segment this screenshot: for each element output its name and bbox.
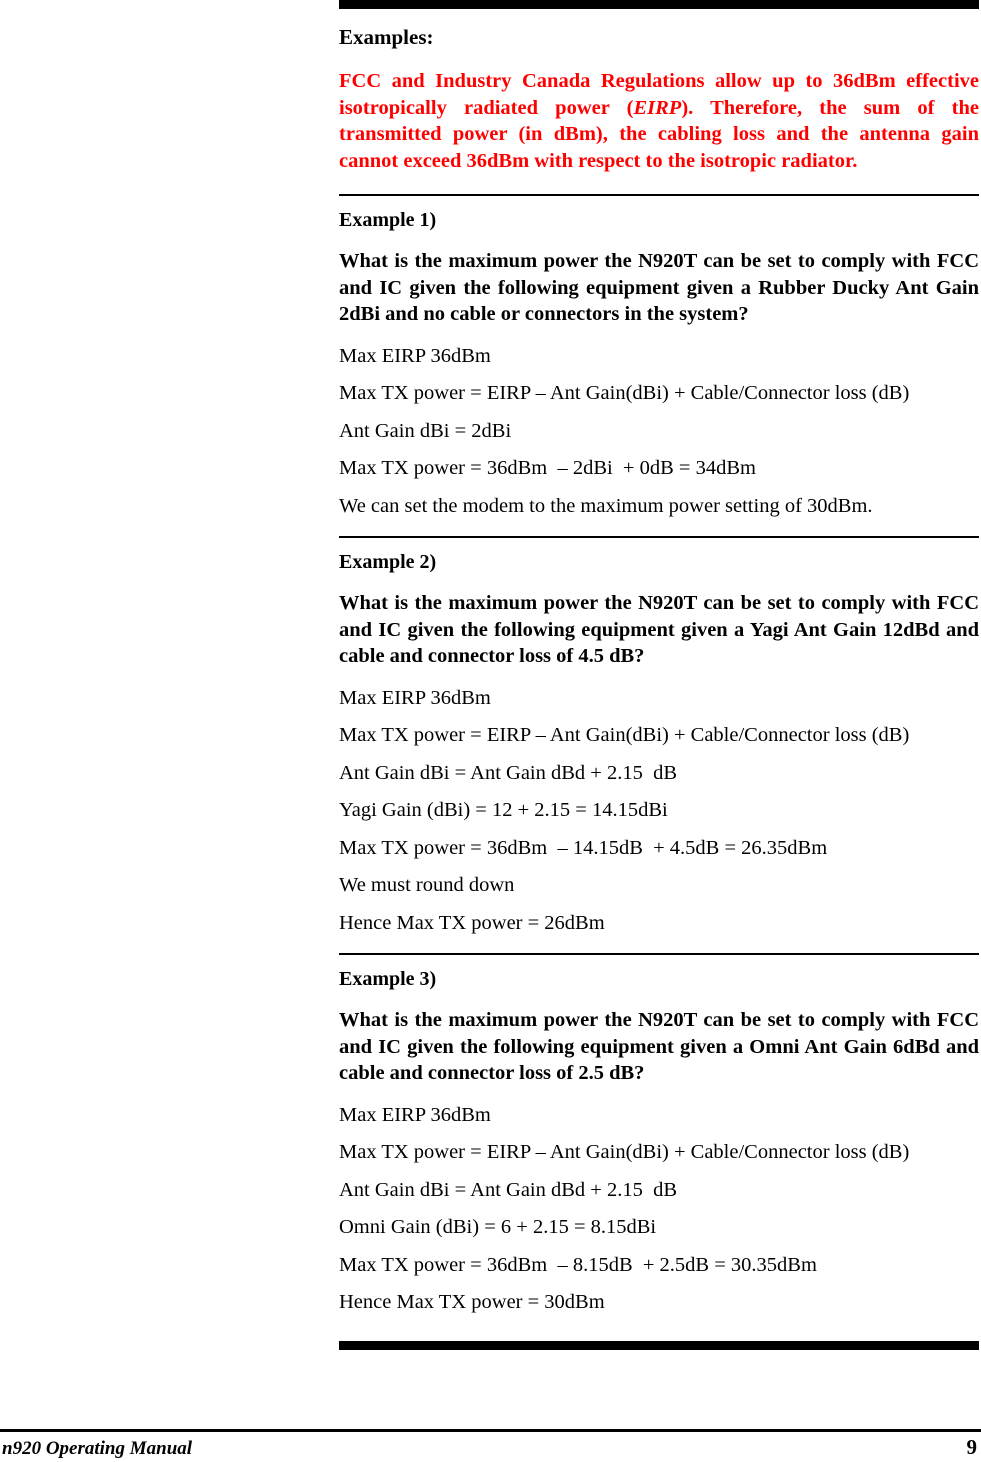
calculation-line: Ant Gain dBi = Ant Gain dBd + 2.15 dB [339,761,678,784]
calculation-line: Max TX power = 36dBm – 2dBi + 0dB = 34dB… [339,457,756,479]
example-block: Example 3) What is the maximum power the… [339,953,979,1313]
calculation-line: Max TX power = EIRP – Ant Gain(dBi) + Ca… [339,382,910,404]
calculation-line: Max EIRP 36dBm [339,1103,491,1126]
example-calculation-lines: Max EIRP 36dBm Max TX power = EIRP – Ant… [339,344,979,517]
calculation-line: Max TX power = 36dBm – 8.15dB + 2.5dB = … [339,1253,817,1276]
example-question: What is the maximum power the N920T can … [339,250,979,325]
calculation-line: We must round down [339,874,515,896]
example-title: Example 1) [339,209,437,231]
example-question: What is the maximum power the N920T can … [339,1009,979,1084]
examples-heading: Examples: [339,25,434,49]
calculation-line: Hence Max TX power = 26dBm [339,911,605,934]
calculation-line: Max EIRP 36dBm [339,686,491,709]
calculation-line: Max EIRP 36dBm [339,344,491,367]
example-divider-rule [339,536,979,538]
document-page: Examples: FCC and Industry Canada Regula… [0,0,981,1462]
example-block: Example 2) What is the maximum power the… [339,536,979,933]
example-divider-rule [339,953,979,955]
example-calculation-lines: Max EIRP 36dBm Max TX power = EIRP – Ant… [339,686,979,934]
calculation-line: We can set the modem to the maximum powe… [339,494,873,517]
calculation-line: Max TX power = EIRP – Ant Gain(dBi) + Ca… [339,724,910,746]
footer-row: n920 Operating Manual 9 [0,1435,981,1459]
calculation-line: Max TX power = 36dBm – 14.15dB + 4.5dB =… [339,836,828,859]
bottom-spacer [339,1313,979,1341]
example-question: What is the maximum power the N920T can … [339,592,979,667]
calculation-line: Ant Gain dBi = 2dBi [339,419,512,442]
content-column: Examples: FCC and Industry Canada Regula… [339,0,979,1350]
footer-rule [0,1429,981,1432]
calculation-line: Ant Gain dBi = Ant Gain dBd + 2.15 dB [339,1178,678,1201]
example-divider-rule [339,194,979,196]
calculation-line: Hence Max TX power = 30dBm [339,1291,605,1313]
example-block: Example 1) What is the maximum power the… [339,194,979,516]
fcc-warning-paragraph: FCC and Industry Canada Regulations allo… [339,68,979,174]
calculation-line: Max TX power = EIRP – Ant Gain(dBi) + Ca… [339,1141,910,1163]
example-title: Example 3) [339,968,437,990]
bottom-thick-rule [339,1340,979,1350]
example-calculation-lines: Max EIRP 36dBm Max TX power = EIRP – Ant… [339,1103,979,1313]
footer-manual-title: n920 Operating Manual [2,1438,193,1459]
footer-page-number: 9 [966,1435,978,1459]
calculation-line: Omni Gain (dBi) = 6 + 2.15 = 8.15dBi [339,1216,657,1238]
top-thick-rule [339,0,979,9]
example-title: Example 2) [339,551,437,573]
fcc-warning-emphasis: EIRP [633,96,682,119]
calculation-line: Yagi Gain (dBi) = 12 + 2.15 = 14.15dBi [339,799,668,821]
